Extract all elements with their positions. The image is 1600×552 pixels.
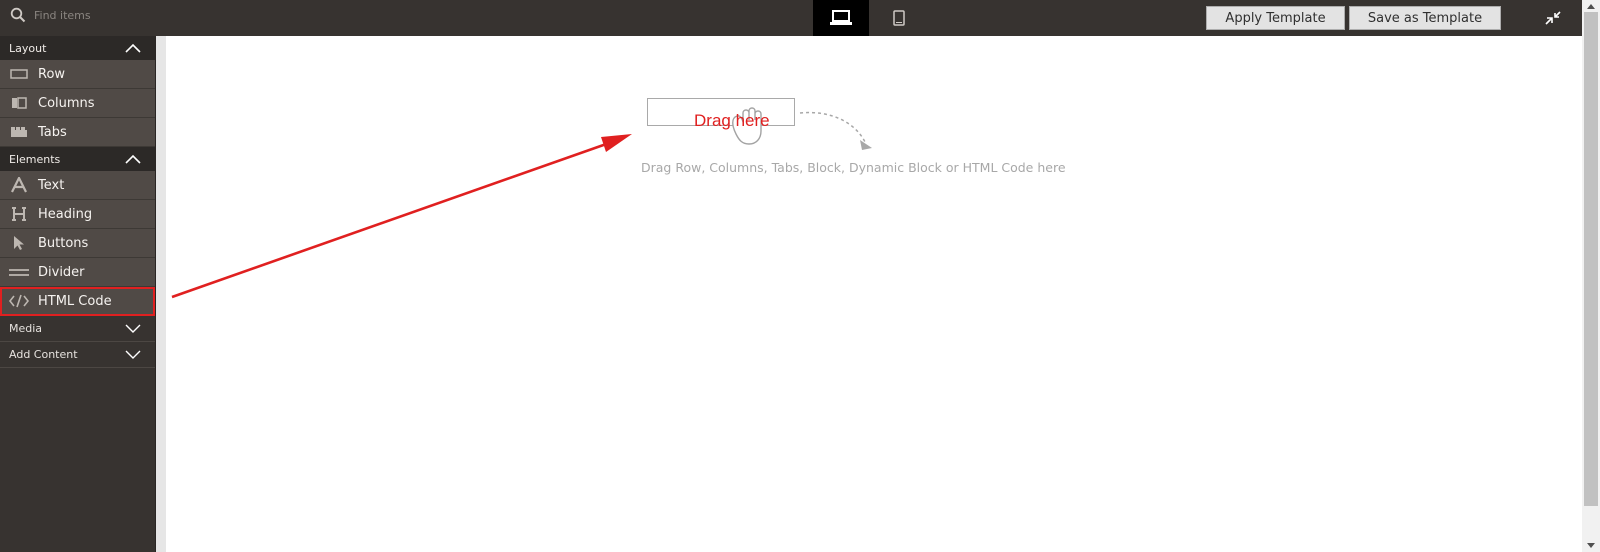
group-label: Layout: [9, 41, 47, 55]
search-input[interactable]: [34, 8, 154, 22]
tabs-icon: [0, 118, 38, 147]
chevron-up-icon: [125, 154, 141, 164]
sidebar-item-html-code[interactable]: HTML Code: [0, 287, 155, 316]
mobile-view-button[interactable]: [877, 0, 921, 36]
drop-hint-text: Drag Row, Columns, Tabs, Block, Dynamic …: [641, 160, 1066, 175]
sidebar-item-heading[interactable]: Heading: [0, 200, 155, 229]
chevron-down-icon: [125, 324, 141, 333]
group-label: Add Content: [9, 348, 78, 361]
top-toolbar: Apply Template Save as Template: [0, 0, 1600, 36]
group-label: Elements: [9, 152, 61, 166]
save-as-template-button[interactable]: Save as Template: [1349, 6, 1501, 30]
tablet-icon: [893, 10, 905, 26]
group-label: Media: [9, 322, 43, 335]
chevron-down-icon: [125, 350, 141, 359]
sidebar-item-label: Row: [38, 66, 66, 82]
sidebar-item-label: HTML Code: [38, 293, 112, 309]
sidebar-item-tabs[interactable]: Tabs: [0, 118, 155, 147]
row-icon: [0, 60, 38, 89]
group-header-layout[interactable]: Layout: [0, 36, 155, 60]
apply-template-button[interactable]: Apply Template: [1206, 6, 1345, 30]
laptop-icon: [830, 10, 852, 25]
group-header-add-content[interactable]: Add Content: [0, 342, 155, 368]
search-box[interactable]: [10, 0, 160, 30]
scroll-up-arrow-icon[interactable]: [1586, 2, 1596, 10]
search-icon: [10, 7, 26, 23]
exit-fullscreen-icon[interactable]: [1544, 10, 1562, 26]
stage-canvas[interactable]: [166, 36, 1570, 552]
elements-sidebar: Layout Row Columns Tabs Elements Text He…: [0, 36, 156, 552]
desktop-view-button[interactable]: [813, 0, 869, 36]
group-header-media[interactable]: Media: [0, 316, 155, 342]
sidebar-item-label: Buttons: [38, 235, 89, 251]
columns-icon: [0, 89, 38, 118]
scrollbar-thumb[interactable]: [1584, 12, 1598, 506]
sidebar-item-columns[interactable]: Columns: [0, 89, 155, 118]
sidebar-item-label: Columns: [38, 95, 95, 111]
sidebar-item-label: Text: [38, 177, 65, 193]
text-icon: [0, 171, 38, 200]
group-header-elements[interactable]: Elements: [0, 147, 155, 171]
sidebar-item-text[interactable]: Text: [0, 171, 155, 200]
scroll-down-arrow-icon[interactable]: [1586, 542, 1596, 550]
sidebar-item-divider[interactable]: Divider: [0, 258, 155, 287]
code-icon: [0, 287, 38, 316]
divider-icon: [0, 258, 38, 287]
stage-right-gutter: [1570, 36, 1582, 552]
sidebar-item-label: Tabs: [38, 124, 67, 140]
drag-here-label: Drag here: [694, 111, 770, 130]
cursor-icon: [0, 229, 38, 258]
heading-icon: [0, 200, 38, 229]
sidebar-item-buttons[interactable]: Buttons: [0, 229, 155, 258]
chevron-up-icon: [125, 43, 141, 53]
sidebar-item-row[interactable]: Row: [0, 60, 155, 89]
stage-left-gutter: [156, 36, 166, 552]
sidebar-item-label: Heading: [38, 206, 93, 222]
sidebar-item-label: Divider: [38, 264, 85, 280]
